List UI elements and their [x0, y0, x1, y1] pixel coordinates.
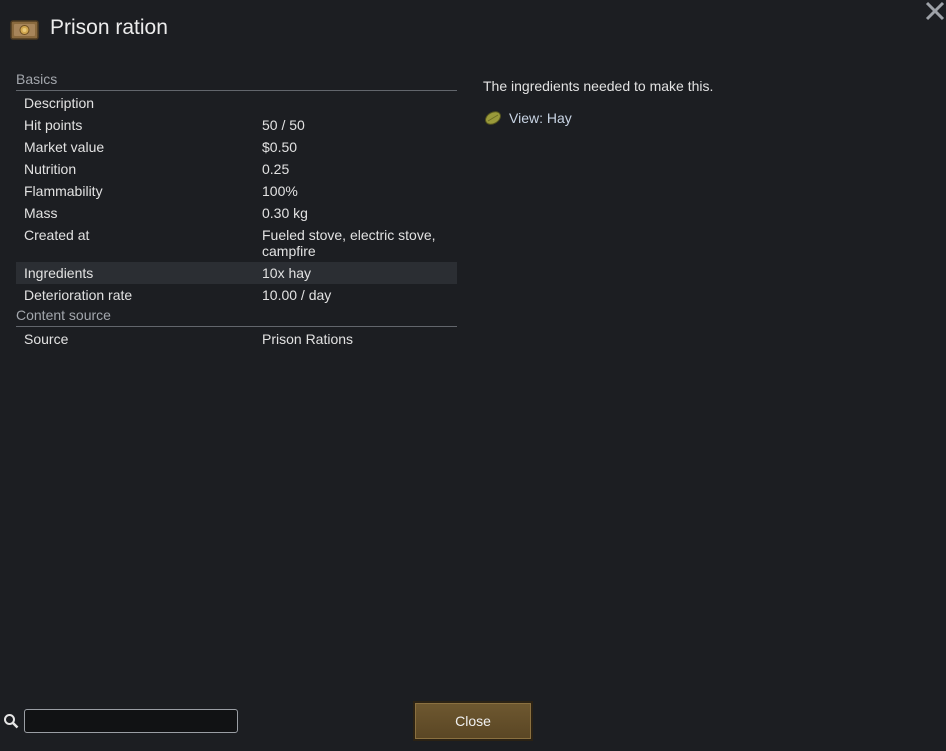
stat-value: 10x hay — [262, 265, 312, 281]
stat-value: 50 / 50 — [262, 117, 305, 133]
stats-panel: Basics Description Hit points 50 / 50 Ma… — [16, 70, 457, 350]
stat-value: Prison Rations — [262, 331, 354, 347]
stat-value: $0.50 — [262, 139, 298, 155]
stat-row-created-at[interactable]: Created at Fueled stove, electric stove,… — [16, 224, 457, 262]
section-header-content-source: Content source — [16, 306, 457, 327]
window-title: Prison ration — [50, 16, 168, 39]
stat-value: Fueled stove, electric stove, campfire — [262, 227, 436, 259]
stat-row-description[interactable]: Description — [16, 92, 457, 114]
stat-value: 100% — [262, 183, 298, 199]
stat-row-market-value[interactable]: Market value $0.50 — [16, 136, 457, 158]
stat-value: 0.30 kg — [262, 205, 308, 221]
hay-icon — [485, 111, 501, 125]
section-header-basics: Basics — [16, 70, 457, 91]
stat-row-source[interactable]: Source Prison Rations — [16, 328, 457, 350]
stat-row-mass[interactable]: Mass 0.30 kg — [16, 202, 457, 224]
stat-label: Deterioration rate — [24, 287, 133, 303]
stat-row-deterioration-rate[interactable]: Deterioration rate 10.00 / day — [16, 284, 457, 306]
stat-label: Description — [24, 95, 95, 111]
view-hay-link[interactable]: View: Hay — [483, 110, 572, 126]
stat-value — [262, 95, 452, 111]
stat-row-nutrition[interactable]: Nutrition 0.25 — [16, 158, 457, 180]
close-icon[interactable] — [924, 0, 946, 22]
stat-value: 10.00 / day — [262, 287, 332, 303]
detail-pane: The ingredients needed to make this. Vie… — [483, 78, 714, 126]
stat-value: 0.25 — [262, 161, 290, 177]
search-input[interactable] — [24, 709, 238, 733]
stat-label: Created at — [24, 227, 90, 243]
close-button[interactable]: Close — [413, 701, 533, 741]
stat-label: Hit points — [24, 117, 83, 133]
stat-row-hit-points[interactable]: Hit points 50 / 50 — [16, 114, 457, 136]
stat-label: Nutrition — [24, 161, 77, 177]
stat-label: Ingredients — [24, 265, 94, 281]
stat-description: The ingredients needed to make this. — [483, 78, 714, 94]
stat-label: Market value — [24, 139, 105, 155]
meal-icon — [10, 20, 39, 40]
stat-row-ingredients[interactable]: Ingredients 10x hay — [16, 262, 457, 284]
search-icon — [4, 714, 19, 729]
stat-label: Flammability — [24, 183, 103, 199]
stat-label: Source — [24, 331, 69, 347]
stat-label: Mass — [24, 205, 58, 221]
stat-row-flammability[interactable]: Flammability 100% — [16, 180, 457, 202]
view-hay-label: View: Hay — [509, 110, 572, 126]
